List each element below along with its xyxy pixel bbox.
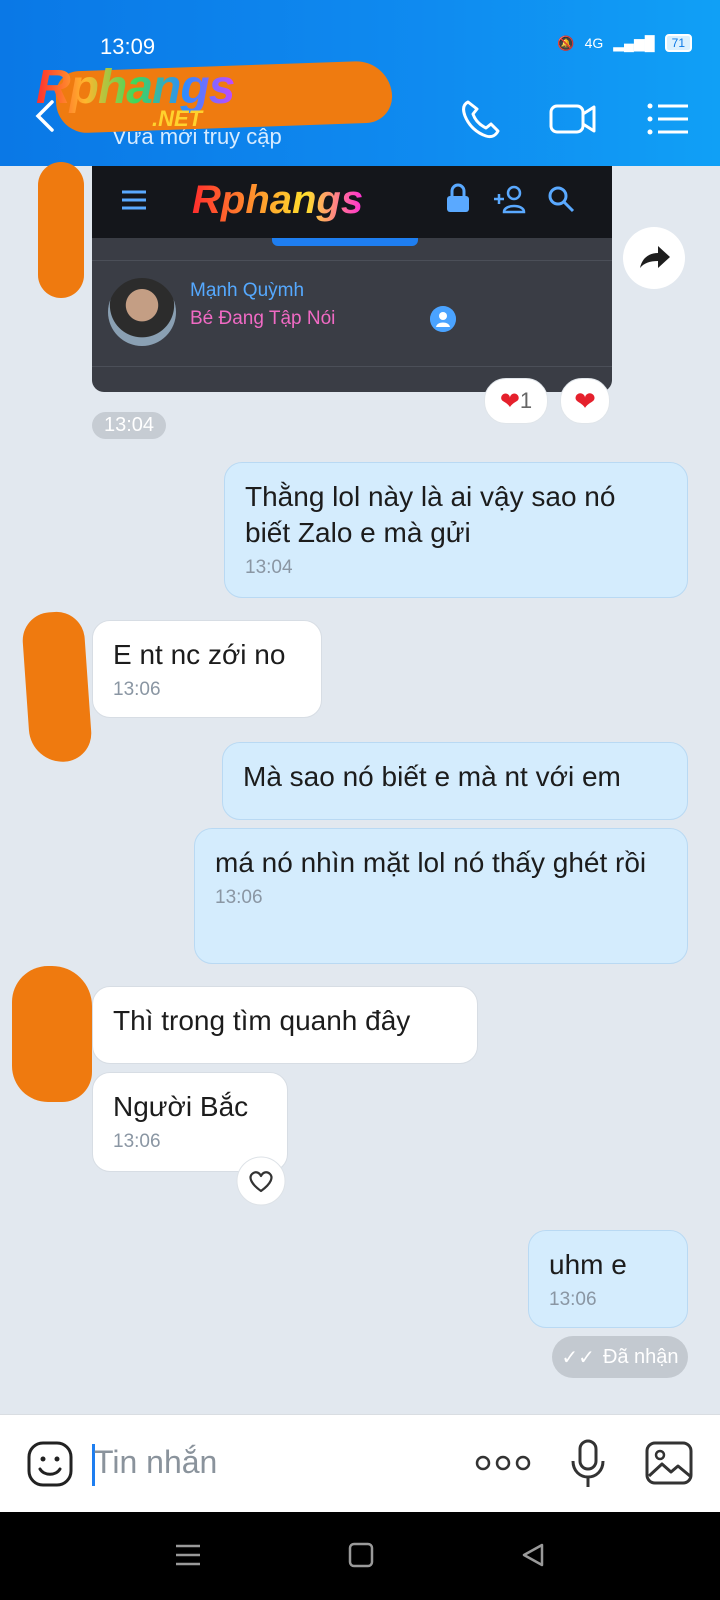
card-divider bbox=[92, 260, 612, 261]
card-logo: Rphangs bbox=[192, 178, 364, 222]
message-time: 13:06 bbox=[113, 1131, 161, 1152]
recents-menu-icon[interactable] bbox=[174, 1542, 202, 1568]
heart-outline-icon[interactable] bbox=[236, 1156, 286, 1206]
mute-icon: 🔕 bbox=[557, 34, 575, 51]
avatar-redaction bbox=[12, 966, 92, 1102]
lock-icon bbox=[447, 183, 469, 212]
message-bubble-outgoing[interactable]: uhm e 13:06 bbox=[528, 1230, 688, 1328]
message-text: E nt nc zới no bbox=[113, 639, 286, 670]
message-bubble-outgoing[interactable]: má nó nhìn mặt lol nó thấy ghét rồi 13:0… bbox=[194, 828, 688, 964]
microphone-icon[interactable] bbox=[568, 1438, 608, 1490]
more-options-icon[interactable] bbox=[474, 1450, 532, 1476]
add-user-icon bbox=[494, 185, 526, 214]
search-icon bbox=[548, 186, 575, 213]
watermark-logo: Rphangs bbox=[36, 61, 235, 114]
heart-reaction-button[interactable]: ❤ bbox=[560, 378, 610, 424]
message-bubble-incoming[interactable]: E nt nc zới no 13:06 bbox=[92, 620, 322, 718]
share-forward-icon[interactable] bbox=[622, 226, 686, 290]
message-text: Thằng lol này là ai vậy sao nó biết Zalo… bbox=[245, 481, 616, 548]
avatar-redaction bbox=[38, 162, 84, 298]
status-icons: 🔕 4G ▂▄▆█ 71 bbox=[557, 34, 692, 52]
phone-icon[interactable] bbox=[456, 96, 506, 142]
signal-icon: ▂▄▆█ bbox=[613, 34, 655, 51]
video-call-icon[interactable] bbox=[548, 96, 598, 142]
double-check-icon: ✓✓ bbox=[561, 1346, 595, 1369]
card-user-name: Mạnh Quỳmh bbox=[190, 280, 305, 301]
status-time: 13:09 bbox=[100, 34, 156, 59]
message-text: Mà sao nó biết e mà nt với em bbox=[243, 761, 621, 792]
message-text: Người Bắc bbox=[113, 1091, 249, 1122]
message-bubble-incoming[interactable]: Thì trong tìm quanh đây bbox=[92, 986, 478, 1064]
message-bubble-outgoing[interactable]: Mà sao nó biết e mà nt với em bbox=[222, 742, 688, 820]
delivery-status-text: Đã nhận bbox=[602, 1345, 679, 1368]
card-button-fragment bbox=[272, 238, 418, 246]
time-pill: 13:04 bbox=[92, 412, 167, 439]
watermark-sub: .NET bbox=[152, 106, 203, 131]
back-triangle-icon[interactable] bbox=[520, 1542, 546, 1568]
message-time: 13:06 bbox=[113, 679, 161, 700]
message-bubble-outgoing[interactable]: Thằng lol này là ai vậy sao nó biết Zalo… bbox=[224, 462, 688, 598]
reaction-count-pill[interactable]: ❤ 1 bbox=[484, 378, 548, 424]
delivery-status-pill: ✓✓ Đã nhận bbox=[552, 1336, 688, 1378]
heart-filled-icon: ❤ bbox=[499, 387, 520, 415]
home-square-icon[interactable] bbox=[348, 1542, 374, 1568]
message-time: 13:06 bbox=[549, 1289, 597, 1310]
heart-filled-icon: ❤ bbox=[574, 385, 596, 416]
message-time: 13:04 bbox=[245, 557, 293, 578]
message-time: 13:06 bbox=[215, 887, 263, 908]
network-label: 4G bbox=[584, 35, 604, 51]
card-divider-bottom bbox=[92, 366, 612, 367]
card-user-avatar bbox=[108, 278, 176, 346]
message-input[interactable]: Tin nhắn bbox=[94, 1444, 217, 1481]
message-text: má nó nhìn mặt lol nó thấy ghét rồi bbox=[215, 847, 647, 878]
verified-badge-icon bbox=[430, 306, 456, 332]
emoji-icon[interactable] bbox=[26, 1440, 74, 1488]
message-text: Thì trong tìm quanh đây bbox=[113, 1005, 411, 1036]
reaction-count: 1 bbox=[519, 388, 533, 413]
image-gallery-icon[interactable] bbox=[644, 1440, 694, 1486]
battery-icon: 71 bbox=[664, 34, 692, 52]
avatar-redaction bbox=[20, 610, 94, 764]
message-text: uhm e bbox=[549, 1249, 627, 1280]
card-user-rank: Bé Đang Tập Nói bbox=[190, 308, 336, 329]
shared-image-card[interactable]: Rphangs Mạnh Quỳmh Bé Đang Tập Nói bbox=[92, 166, 612, 392]
menu-list-icon[interactable] bbox=[644, 96, 694, 142]
hamburger-icon bbox=[122, 190, 146, 210]
